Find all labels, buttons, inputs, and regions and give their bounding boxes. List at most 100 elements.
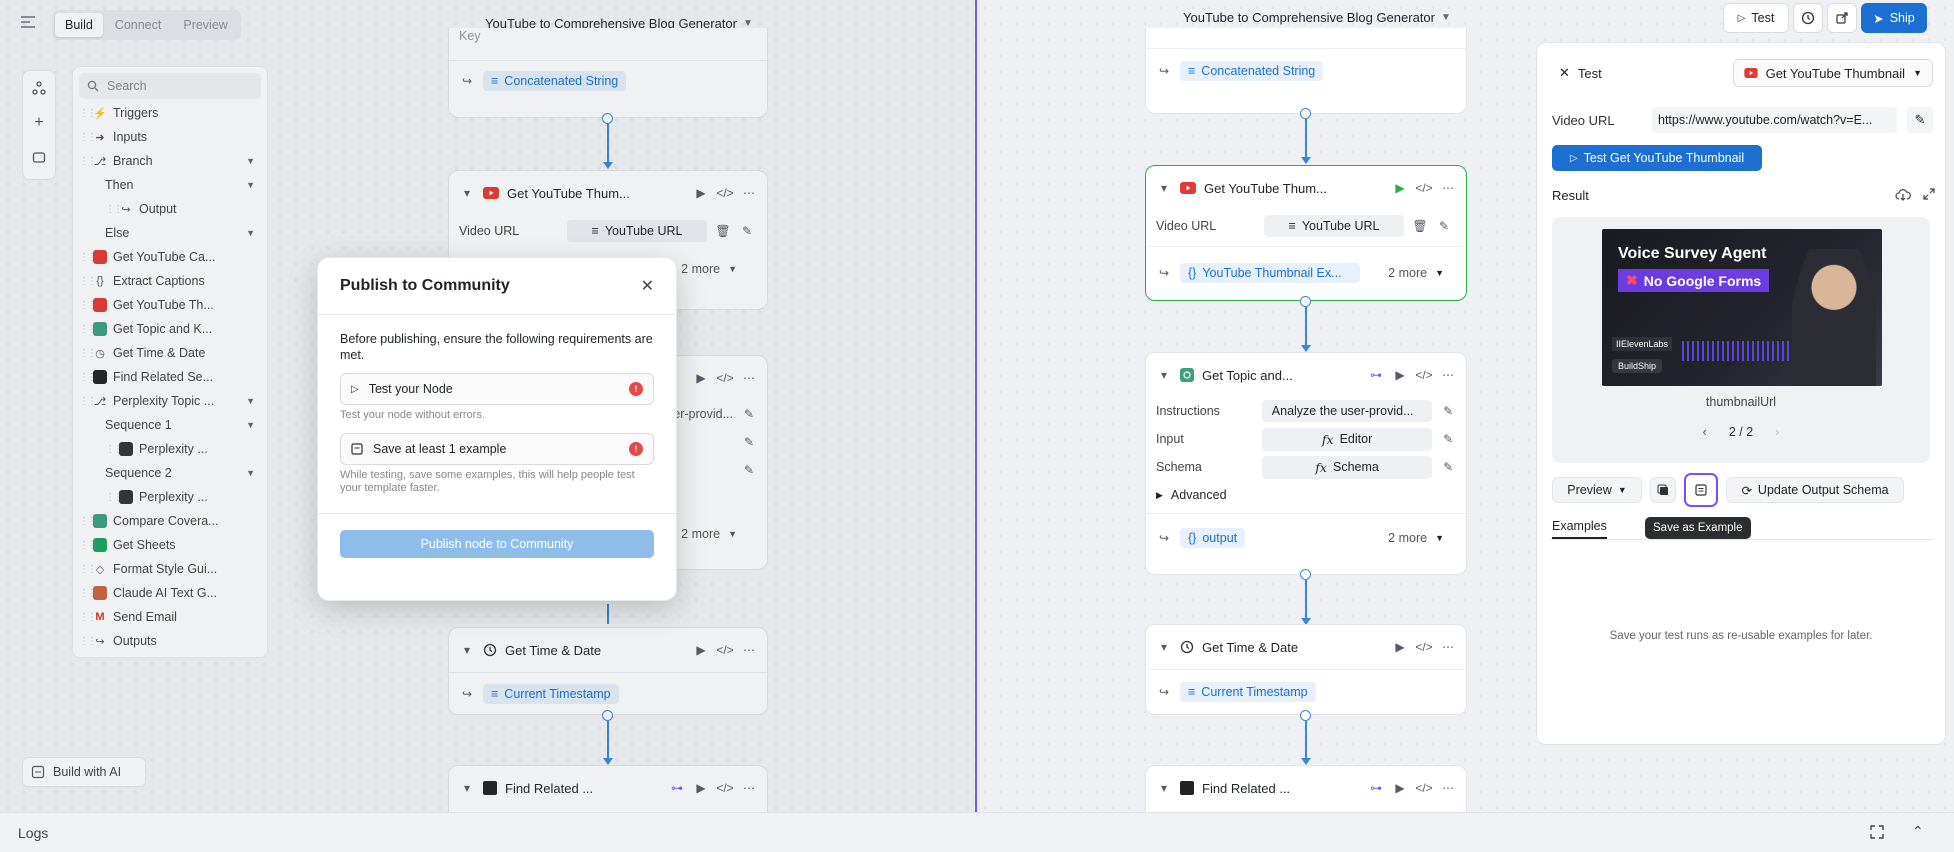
test-node-button[interactable]: ▷ Test Get YouTube Thumbnail xyxy=(1552,145,1762,171)
input-value[interactable]: fx Editor xyxy=(1261,427,1433,451)
ship-button[interactable]: ➤ Ship xyxy=(1861,3,1927,33)
requirement-test-node[interactable]: ▷ Test your Node ! xyxy=(340,373,654,405)
edit-icon[interactable]: ✎ xyxy=(1440,403,1456,419)
logs-label: Logs xyxy=(18,825,49,841)
instructions-value[interactable]: Analyze the user-provid... xyxy=(1261,400,1433,422)
text-icon: ≡ xyxy=(1188,64,1196,78)
history-icon[interactable] xyxy=(1793,3,1823,33)
publish-modal: Publish to Community ✕ Before publishing… xyxy=(317,257,677,601)
publish-button-label: Publish node to Community xyxy=(420,537,574,551)
close-test-button[interactable]: ✕ Test xyxy=(1559,65,1602,81)
result-key: thumbnailUrl xyxy=(1705,395,1777,409)
update-schema-label: Update Output Schema xyxy=(1757,483,1889,497)
collapse-caret-icon[interactable]: ▾ xyxy=(1156,180,1172,196)
play-icon[interactable]: ▶ xyxy=(1392,780,1408,796)
openai-icon xyxy=(1180,368,1194,382)
save-as-example-button[interactable] xyxy=(1684,473,1718,507)
publish-button[interactable]: Publish node to Community xyxy=(340,530,654,558)
youtube-url-chip[interactable]: ≡ YouTube URL xyxy=(1264,215,1404,237)
fullscreen-icon[interactable] xyxy=(1870,825,1884,839)
concat-node[interactable]: ↪ ≡ Concatenated String xyxy=(1145,28,1467,114)
trash-icon[interactable]: 🗑 xyxy=(1412,218,1428,234)
more-outputs[interactable]: 2 more xyxy=(1388,531,1427,545)
test-node-label: Test Get YouTube Thumbnail xyxy=(1583,151,1745,165)
copy-icon[interactable] xyxy=(1650,477,1676,503)
chevron-right-icon[interactable]: › xyxy=(1775,425,1779,439)
save-example-tooltip: Save as Example xyxy=(1645,517,1751,539)
more-icon[interactable]: ⋯ xyxy=(1440,639,1456,655)
more-icon[interactable]: ⋯ xyxy=(1440,780,1456,796)
more-outputs[interactable]: 2 more xyxy=(1388,266,1427,280)
code-icon[interactable]: </> xyxy=(1415,180,1432,196)
tab-examples[interactable]: Examples xyxy=(1552,519,1607,539)
chevron-down-icon: ▼ xyxy=(1435,532,1444,543)
share-icon[interactable] xyxy=(1827,3,1857,33)
more-icon[interactable]: ⋯ xyxy=(1440,367,1456,383)
update-schema-button[interactable]: ⟳ Update Output Schema xyxy=(1726,477,1904,503)
connector-dot[interactable] xyxy=(1300,569,1311,580)
download-cloud-icon[interactable] xyxy=(1895,188,1911,202)
play-icon[interactable]: ▶ xyxy=(1392,180,1408,196)
waveform-graphic xyxy=(1682,341,1802,361)
node-select[interactable]: Get YouTube Thumbnail ▼ xyxy=(1732,59,1933,87)
chevron-left-icon[interactable]: ‹ xyxy=(1703,425,1707,439)
logs-bar[interactable]: Logs ⌃ xyxy=(0,812,1954,852)
edit-icon[interactable]: ✎ xyxy=(1907,107,1933,133)
thumbnail-output-pill[interactable]: {} YouTube Thumbnail Ex... xyxy=(1180,262,1360,283)
video-url-input[interactable]: https://www.youtube.com/watch?v=E... xyxy=(1652,107,1897,133)
code-icon[interactable]: </> xyxy=(1415,639,1432,655)
more-icon[interactable]: ⋯ xyxy=(1440,180,1456,196)
connector-dot[interactable] xyxy=(1300,108,1311,119)
advanced-label: Advanced xyxy=(1170,488,1227,502)
person-graphic xyxy=(1792,249,1876,386)
concat-output-pill[interactable]: ≡ Concatenated String xyxy=(1180,61,1324,81)
test-button[interactable]: ▷ Test xyxy=(1723,3,1789,33)
refresh-icon: ⟳ xyxy=(1741,483,1752,498)
time-node[interactable]: ▾ Get Time & Date ▶ </> ⋯ ↪ ≡ Current Tim… xyxy=(1145,624,1467,715)
return-icon: ↪ xyxy=(1158,64,1170,78)
fx-icon: fx xyxy=(1321,431,1334,447)
code-icon[interactable]: </> xyxy=(1415,780,1432,796)
play-icon[interactable]: ▶ xyxy=(1392,639,1408,655)
braces-icon: {} xyxy=(1188,265,1197,280)
edit-icon[interactable]: ✎ xyxy=(1436,218,1452,234)
collapse-caret-icon[interactable]: ▾ xyxy=(1156,780,1172,796)
preview-dropdown[interactable]: Preview ▼ xyxy=(1552,477,1642,503)
chevron-down-icon: ▼ xyxy=(1913,68,1922,78)
return-icon: ↪ xyxy=(1158,530,1170,545)
node-title: Find Related ... xyxy=(1202,780,1291,796)
pager-label: 2 / 2 xyxy=(1728,425,1754,439)
chevron-up-icon[interactable]: ⌃ xyxy=(1912,823,1924,840)
code-icon[interactable]: </> xyxy=(1415,367,1432,383)
collapse-caret-icon[interactable]: ▾ xyxy=(1156,639,1172,655)
search-node-icon xyxy=(1180,781,1194,795)
test-panel: ✕ Test Get YouTube Thumbnail ▼ Video URL… xyxy=(1536,42,1946,745)
advanced-toggle[interactable]: ▶ Advanced xyxy=(1146,481,1466,509)
node-title: Get Time & Date xyxy=(1202,639,1299,655)
schema-value[interactable]: fx Schema xyxy=(1261,455,1433,479)
collapse-caret-icon[interactable]: ▾ xyxy=(1156,367,1172,383)
edit-icon[interactable]: ✎ xyxy=(1440,431,1456,447)
chevron-right-icon: ▶ xyxy=(1156,489,1163,500)
edit-icon[interactable]: ✎ xyxy=(1440,459,1456,475)
ship-button-label: Ship xyxy=(1889,11,1915,25)
expand-icon[interactable] xyxy=(1923,188,1935,202)
requirement-save-example[interactable]: Save at least 1 example ! xyxy=(340,433,654,465)
play-icon[interactable]: ▶ xyxy=(1392,367,1408,383)
workflow-title[interactable]: YouTube to Comprehensive Blog Generator … xyxy=(1183,10,1451,25)
connector-dot[interactable] xyxy=(1300,710,1311,721)
yt-thumb-node[interactable]: ▾ Get YouTube Thum... ▶ </> ⋯ Video URL … xyxy=(1145,165,1467,301)
connector-dot[interactable] xyxy=(1300,296,1311,307)
result-pager: ‹ 2 / 2 › xyxy=(1552,425,1930,439)
requirement-help: While testing, save some examples, this … xyxy=(340,469,635,494)
close-icon[interactable]: ✕ xyxy=(641,276,654,296)
topic-node[interactable]: ▾ Get Topic and... ⊶ ▶ </> ⋯ Instruction… xyxy=(1145,352,1467,575)
requirement-help: Test your node without errors. xyxy=(340,409,485,421)
timestamp-pill[interactable]: ≡ Current Timestamp xyxy=(1180,681,1316,702)
youtube-url-label: YouTube URL xyxy=(1301,219,1380,233)
thumbnail-image[interactable]: Voice Survey Agent ✖ No Google Forms IIEl… xyxy=(1602,229,1882,386)
play-icon: ▷ xyxy=(351,383,359,395)
thumbnail-badge: ✖ No Google Forms xyxy=(1618,269,1770,292)
node-title: Get Topic and... xyxy=(1202,367,1293,383)
output-pill[interactable]: {} output xyxy=(1180,527,1246,548)
